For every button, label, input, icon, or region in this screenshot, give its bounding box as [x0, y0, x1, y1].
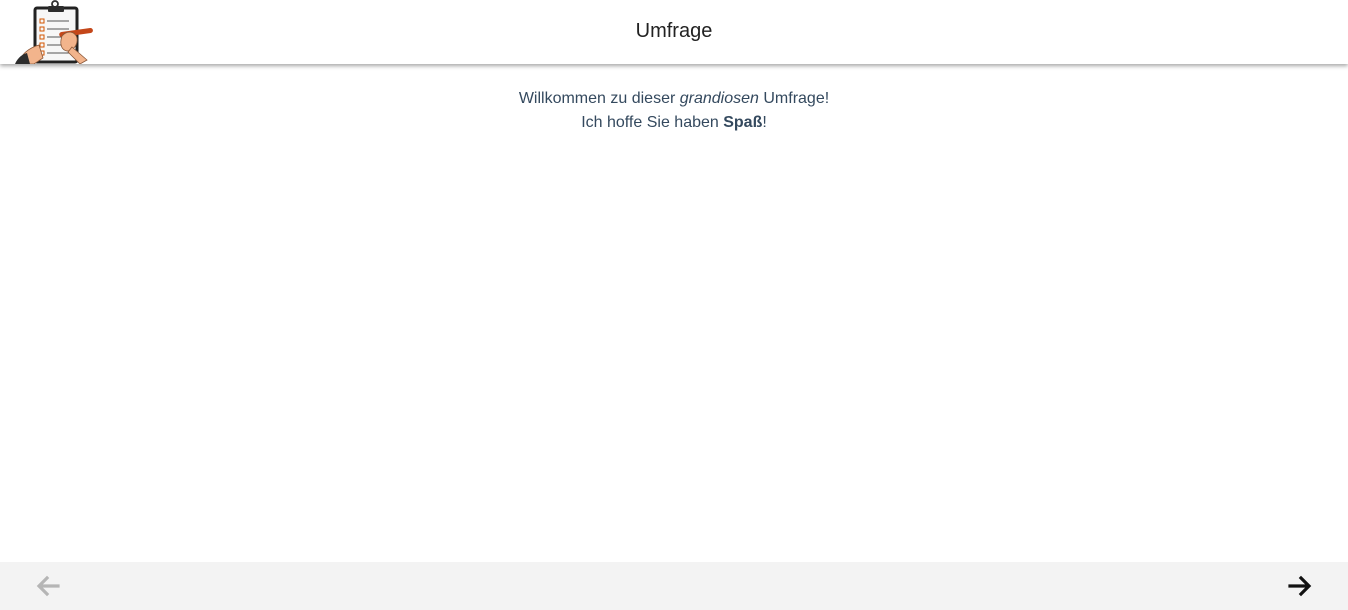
welcome-strong: Spaß	[723, 114, 763, 131]
welcome-line-2-start: Ich hoffe Sie haben	[581, 114, 724, 131]
welcome-line-2: Ich hoffe Sie haben Spaß!	[0, 111, 1348, 135]
app-header: Umfrage	[0, 0, 1348, 65]
arrow-left-icon	[36, 575, 60, 597]
page-title: Umfrage	[635, 20, 713, 42]
welcome-line-1: Willkommen zu dieser grandiosen Umfrage!	[0, 87, 1348, 111]
clipboard-survey-logo-icon	[14, 0, 96, 65]
arrow-right-icon	[1288, 575, 1312, 597]
welcome-emphasis: grandiosen	[679, 90, 759, 107]
survey-navigation-bar	[0, 562, 1348, 610]
previous-button[interactable]	[33, 572, 63, 600]
welcome-line-1-end: Umfrage!	[758, 90, 830, 107]
welcome-line-2-end: !	[762, 114, 767, 131]
welcome-message: Willkommen zu dieser grandiosen Umfrage!…	[0, 87, 1348, 135]
welcome-line-1-start: Willkommen zu dieser	[518, 90, 680, 107]
next-button[interactable]	[1285, 572, 1315, 600]
survey-content: Willkommen zu dieser grandiosen Umfrage!…	[0, 64, 1348, 562]
survey-app: Umfrage Willkommen zu dieser grandiosen …	[0, 0, 1348, 610]
